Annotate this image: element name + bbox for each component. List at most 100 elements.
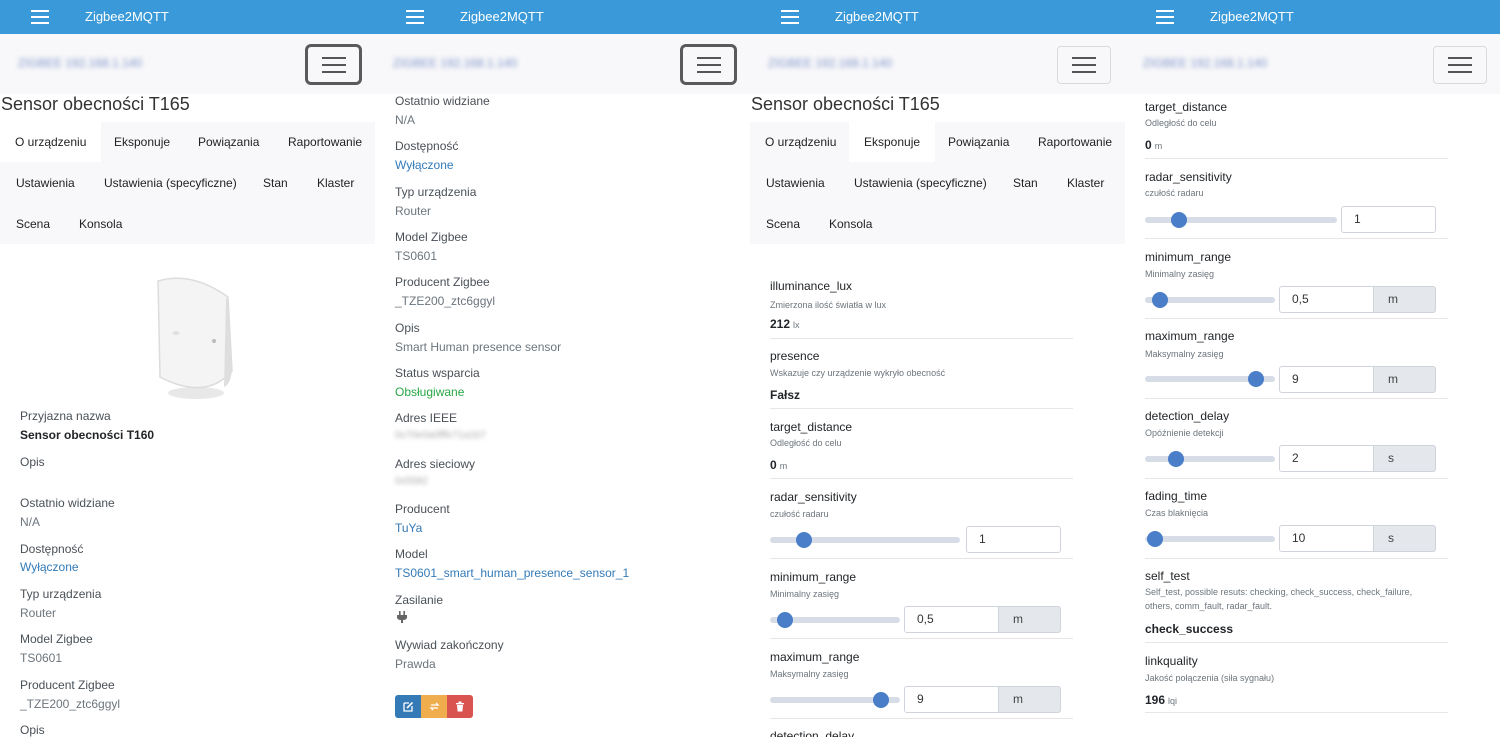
tab-about[interactable]: O urządzeniu bbox=[750, 122, 851, 162]
tab-about[interactable]: O urządzeniu bbox=[0, 122, 102, 162]
maximum-range-slider[interactable] bbox=[1145, 371, 1275, 387]
hamburger-icon[interactable] bbox=[1156, 10, 1174, 24]
tab-settings[interactable]: Ustawienia bbox=[751, 163, 840, 203]
detection-delay-input[interactable]: 2 bbox=[1279, 445, 1374, 472]
device-type-value: Router bbox=[20, 606, 57, 620]
unit-label: m bbox=[1374, 286, 1436, 313]
network-address-label: Adres sieciowy bbox=[395, 457, 476, 471]
expose-minimum-range: minimum_range Minimalny zasięg 0,5 m bbox=[770, 559, 1073, 639]
navbar-toggle-button[interactable] bbox=[1057, 46, 1111, 84]
tab-console[interactable]: Konsola bbox=[64, 204, 137, 244]
navbar-toggle-button[interactable] bbox=[305, 44, 362, 85]
last-seen-label: Ostatnio widziane bbox=[20, 496, 115, 510]
ieee-address-value: 0x70e0a0fffe71a1b7 bbox=[395, 430, 486, 441]
tab-reporting[interactable]: Raportowanie bbox=[1023, 122, 1125, 162]
slider-thumb[interactable] bbox=[1147, 531, 1164, 547]
slider-thumb[interactable] bbox=[1171, 212, 1188, 228]
radar-sensitivity-slider[interactable] bbox=[1145, 212, 1337, 228]
availability-value[interactable]: Wyłączone bbox=[20, 560, 79, 574]
expose-value: check_success bbox=[1145, 622, 1234, 636]
power-source-label: Zasilanie bbox=[395, 593, 444, 607]
tab-reporting[interactable]: Raportowanie bbox=[273, 122, 375, 162]
tab-settings[interactable]: Ustawienia bbox=[1, 163, 90, 203]
manufacturer-link[interactable]: TuYa bbox=[395, 521, 422, 535]
minimum-range-input[interactable]: 0,5 bbox=[904, 606, 999, 633]
expose-name: target_distance bbox=[1145, 100, 1228, 114]
slider-thumb[interactable] bbox=[1167, 451, 1184, 467]
expose-radar-sensitivity: radar_sensitivity czułość radaru 1 bbox=[1145, 159, 1448, 239]
tab-cluster[interactable]: Klaster bbox=[302, 163, 369, 203]
unit-label: s bbox=[1374, 445, 1436, 472]
friendly-name-label: Przyjazna nazwa bbox=[20, 409, 111, 423]
radar-sensitivity-input[interactable]: 1 bbox=[1341, 206, 1436, 233]
maximum-range-input[interactable]: 9 bbox=[904, 686, 999, 713]
tab-cluster[interactable]: Klaster bbox=[1052, 163, 1119, 203]
hamburger-icon[interactable] bbox=[406, 10, 424, 24]
expose-description: Minimalny zasięg bbox=[1145, 269, 1215, 279]
expose-maximum-range: maximum_range Maksymalny zasięg 9 m bbox=[1145, 319, 1448, 399]
description-value: Smart Human presence sensor bbox=[395, 340, 562, 354]
fading-time-input[interactable]: 10 bbox=[1279, 525, 1374, 552]
value-text: 212 bbox=[770, 317, 791, 331]
fading-time-slider[interactable] bbox=[1145, 531, 1275, 547]
app-title: Zigbee2MQTT bbox=[835, 9, 919, 24]
rename-button[interactable] bbox=[421, 695, 447, 718]
detection-delay-slider[interactable] bbox=[1145, 451, 1275, 467]
minimum-range-slider[interactable] bbox=[1145, 292, 1275, 308]
unit-label: m bbox=[999, 686, 1061, 713]
tab-settings-specific[interactable]: Ustawienia (specyficzne) bbox=[89, 163, 252, 203]
slider-thumb[interactable] bbox=[776, 612, 793, 628]
support-status-label: Status wsparcia bbox=[395, 366, 480, 380]
navbar-toggle-button[interactable] bbox=[680, 44, 737, 85]
host-address: ZIGBEE 192.168.1.140 bbox=[768, 56, 893, 70]
panel-exposes-bottom: Zigbee2MQTT ZIGBEE 192.168.1.140 target_… bbox=[1125, 0, 1500, 737]
expose-fading-time: fading_time Czas blaknięcia 10 s bbox=[1145, 479, 1448, 559]
minimum-range-slider[interactable] bbox=[770, 612, 900, 628]
expose-name: radar_sensitivity bbox=[770, 490, 857, 504]
expose-maximum-range: maximum_range Maksymalny zasięg 9 m bbox=[770, 639, 1073, 719]
tab-bindings[interactable]: Powiązania bbox=[183, 122, 274, 162]
tab-scene[interactable]: Scena bbox=[751, 204, 815, 244]
tab-console[interactable]: Konsola bbox=[814, 204, 887, 244]
tab-exposes[interactable]: Eksponuje bbox=[99, 122, 185, 162]
slider-thumb[interactable] bbox=[796, 532, 813, 548]
minimum-range-input[interactable]: 0,5 bbox=[1279, 286, 1374, 313]
model-link[interactable]: TS0601_smart_human_presence_sensor_1 bbox=[395, 566, 629, 580]
hamburger-icon[interactable] bbox=[31, 10, 49, 24]
expose-target-distance: target_distance Odległość do celu 0m bbox=[1145, 92, 1448, 159]
expose-radar-sensitivity: radar_sensitivity czułość radaru 1 bbox=[770, 479, 1073, 559]
tab-scene[interactable]: Scena bbox=[1, 204, 65, 244]
slider-thumb[interactable] bbox=[1151, 292, 1168, 308]
radar-sensitivity-slider[interactable] bbox=[770, 532, 960, 548]
edit-button[interactable] bbox=[395, 695, 421, 718]
panel-about-top: Zigbee2MQTT ZIGBEE 192.168.1.140 Sensor … bbox=[0, 0, 375, 737]
expose-value: 0m bbox=[770, 458, 787, 472]
tab-state[interactable]: Stan bbox=[248, 163, 303, 203]
radar-sensitivity-input[interactable]: 1 bbox=[966, 526, 1061, 553]
availability-value[interactable]: Wyłączone bbox=[395, 158, 454, 172]
app-title: Zigbee2MQTT bbox=[85, 9, 169, 24]
tab-bindings[interactable]: Powiązania bbox=[933, 122, 1024, 162]
app-header: Zigbee2MQTT bbox=[375, 0, 750, 34]
availability-label: Dostępność bbox=[20, 542, 84, 556]
hamburger-icon[interactable] bbox=[781, 10, 799, 24]
navbar-toggle-button[interactable] bbox=[1433, 46, 1487, 84]
unit-text: lx bbox=[793, 320, 800, 330]
delete-button[interactable] bbox=[447, 695, 473, 718]
value-text: 0 bbox=[1145, 138, 1152, 152]
slider-thumb[interactable] bbox=[872, 692, 889, 708]
zigbee-manufacturer-value: _TZE200_ztc6ggyl bbox=[395, 294, 496, 308]
expose-self-test: self_test Self_test, possible resuts: ch… bbox=[1145, 559, 1448, 643]
tab-settings-specific[interactable]: Ustawienia (specyficzne) bbox=[839, 163, 1002, 203]
expose-detection-delay: detection_delay bbox=[770, 719, 1073, 737]
maximum-range-slider[interactable] bbox=[770, 692, 900, 708]
expose-value: 196 lqi bbox=[1145, 693, 1177, 707]
expose-description: Jakość połączenia (siła sygnału) bbox=[1145, 673, 1275, 683]
expose-name: target_distance bbox=[770, 420, 853, 434]
slider-thumb[interactable] bbox=[1247, 371, 1264, 387]
expose-name: detection_delay bbox=[770, 729, 855, 737]
maximum-range-input[interactable]: 9 bbox=[1279, 366, 1374, 393]
expose-name: minimum_range bbox=[1145, 250, 1232, 264]
tab-state[interactable]: Stan bbox=[998, 163, 1053, 203]
tab-exposes[interactable]: Eksponuje bbox=[849, 122, 936, 162]
